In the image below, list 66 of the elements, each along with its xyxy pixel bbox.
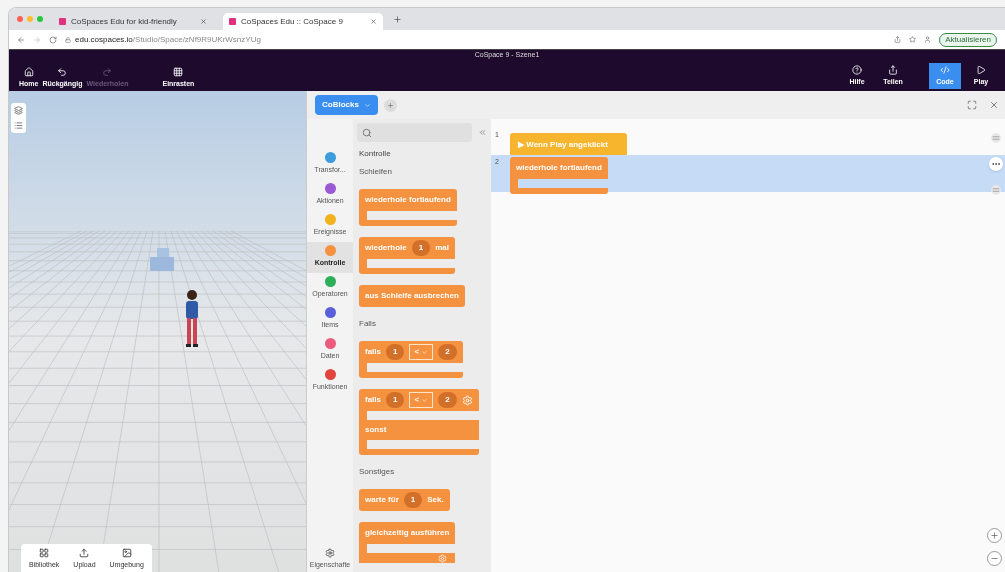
add-button[interactable] bbox=[383, 98, 397, 112]
chevron-down-icon bbox=[363, 101, 371, 109]
block-label: falls bbox=[365, 394, 381, 406]
play-icon bbox=[976, 64, 986, 75]
section-heading: Falls bbox=[359, 318, 377, 330]
list-icon[interactable] bbox=[14, 121, 23, 130]
gear-icon[interactable] bbox=[461, 394, 473, 406]
close-icon[interactable] bbox=[370, 18, 377, 25]
bookmark-star-icon[interactable] bbox=[909, 36, 917, 43]
profile-icon[interactable] bbox=[924, 36, 932, 43]
share-icon bbox=[888, 64, 898, 75]
close-window-button[interactable] bbox=[17, 16, 23, 22]
settings-icon bbox=[325, 547, 335, 558]
site-favicon bbox=[229, 18, 236, 25]
redo-icon bbox=[102, 66, 113, 77]
zoom-window-button[interactable] bbox=[37, 16, 43, 22]
search-field[interactable] bbox=[357, 123, 472, 142]
block-label: gleichzeitig ausführen bbox=[365, 527, 450, 539]
back-icon[interactable] bbox=[17, 35, 25, 44]
library-icon bbox=[39, 547, 50, 558]
plus-icon bbox=[990, 531, 999, 540]
search-icon bbox=[362, 127, 372, 138]
reload-icon[interactable] bbox=[49, 35, 57, 44]
forward-icon[interactable] bbox=[33, 35, 41, 44]
undo-icon bbox=[57, 66, 68, 77]
home-icon bbox=[23, 66, 34, 77]
drag-handle-icon[interactable] bbox=[991, 133, 1001, 143]
fullscreen-icon[interactable] bbox=[967, 100, 977, 110]
browser-tab[interactable]: CoSpaces Edu :: CoSpace 9 bbox=[223, 13, 383, 30]
section-heading: Sonstiges bbox=[359, 466, 396, 478]
browser-tab[interactable]: CoSpaces Edu for kid-friendly bbox=[53, 13, 213, 30]
gear-icon[interactable] bbox=[438, 554, 448, 563]
help-icon bbox=[852, 64, 862, 75]
block-label: mal bbox=[435, 242, 450, 254]
cube-stack-drawing bbox=[150, 248, 175, 273]
block-label: aus Schleife ausbrechen bbox=[365, 290, 459, 302]
block-label: falls bbox=[365, 346, 381, 358]
close-icon[interactable] bbox=[200, 18, 207, 25]
code-icon bbox=[940, 64, 950, 75]
site-favicon bbox=[59, 18, 66, 25]
block-label: wiederhole fortlaufend bbox=[365, 194, 451, 206]
zoom-in-button[interactable] bbox=[987, 528, 1002, 543]
block-label: warte für bbox=[365, 494, 399, 506]
block-label: sonst bbox=[365, 424, 387, 436]
environment-icon bbox=[121, 547, 132, 558]
person-figure-drawing bbox=[183, 289, 201, 349]
collapse-icon[interactable] bbox=[478, 128, 487, 137]
grid-icon bbox=[173, 66, 184, 77]
address-bar[interactable]: edu.cospaces.io/Studio/Space/zNf9R9UKrWsnzYUg bbox=[65, 33, 887, 46]
new-tab-icon[interactable] bbox=[393, 14, 402, 24]
chevron-down-icon bbox=[421, 348, 429, 356]
chevron-down-icon bbox=[421, 396, 429, 404]
update-button[interactable]: Aktualisieren bbox=[939, 32, 997, 47]
layers-icon[interactable] bbox=[14, 106, 23, 115]
drag-handle-icon[interactable] bbox=[991, 185, 1001, 195]
palette-title: Kontrolle bbox=[359, 148, 392, 160]
close-icon[interactable] bbox=[989, 100, 999, 110]
share-icon[interactable] bbox=[894, 36, 902, 43]
upload-icon bbox=[79, 547, 90, 558]
lock-icon bbox=[65, 36, 71, 43]
zoom-out-button[interactable] bbox=[987, 551, 1002, 566]
block-label: wiederhole bbox=[365, 242, 407, 254]
block-label: Sek. bbox=[427, 494, 444, 506]
block-label: wiederhole fortlaufend bbox=[515, 162, 603, 174]
section-heading: Schleifen bbox=[359, 166, 393, 178]
plus-icon bbox=[386, 101, 394, 109]
